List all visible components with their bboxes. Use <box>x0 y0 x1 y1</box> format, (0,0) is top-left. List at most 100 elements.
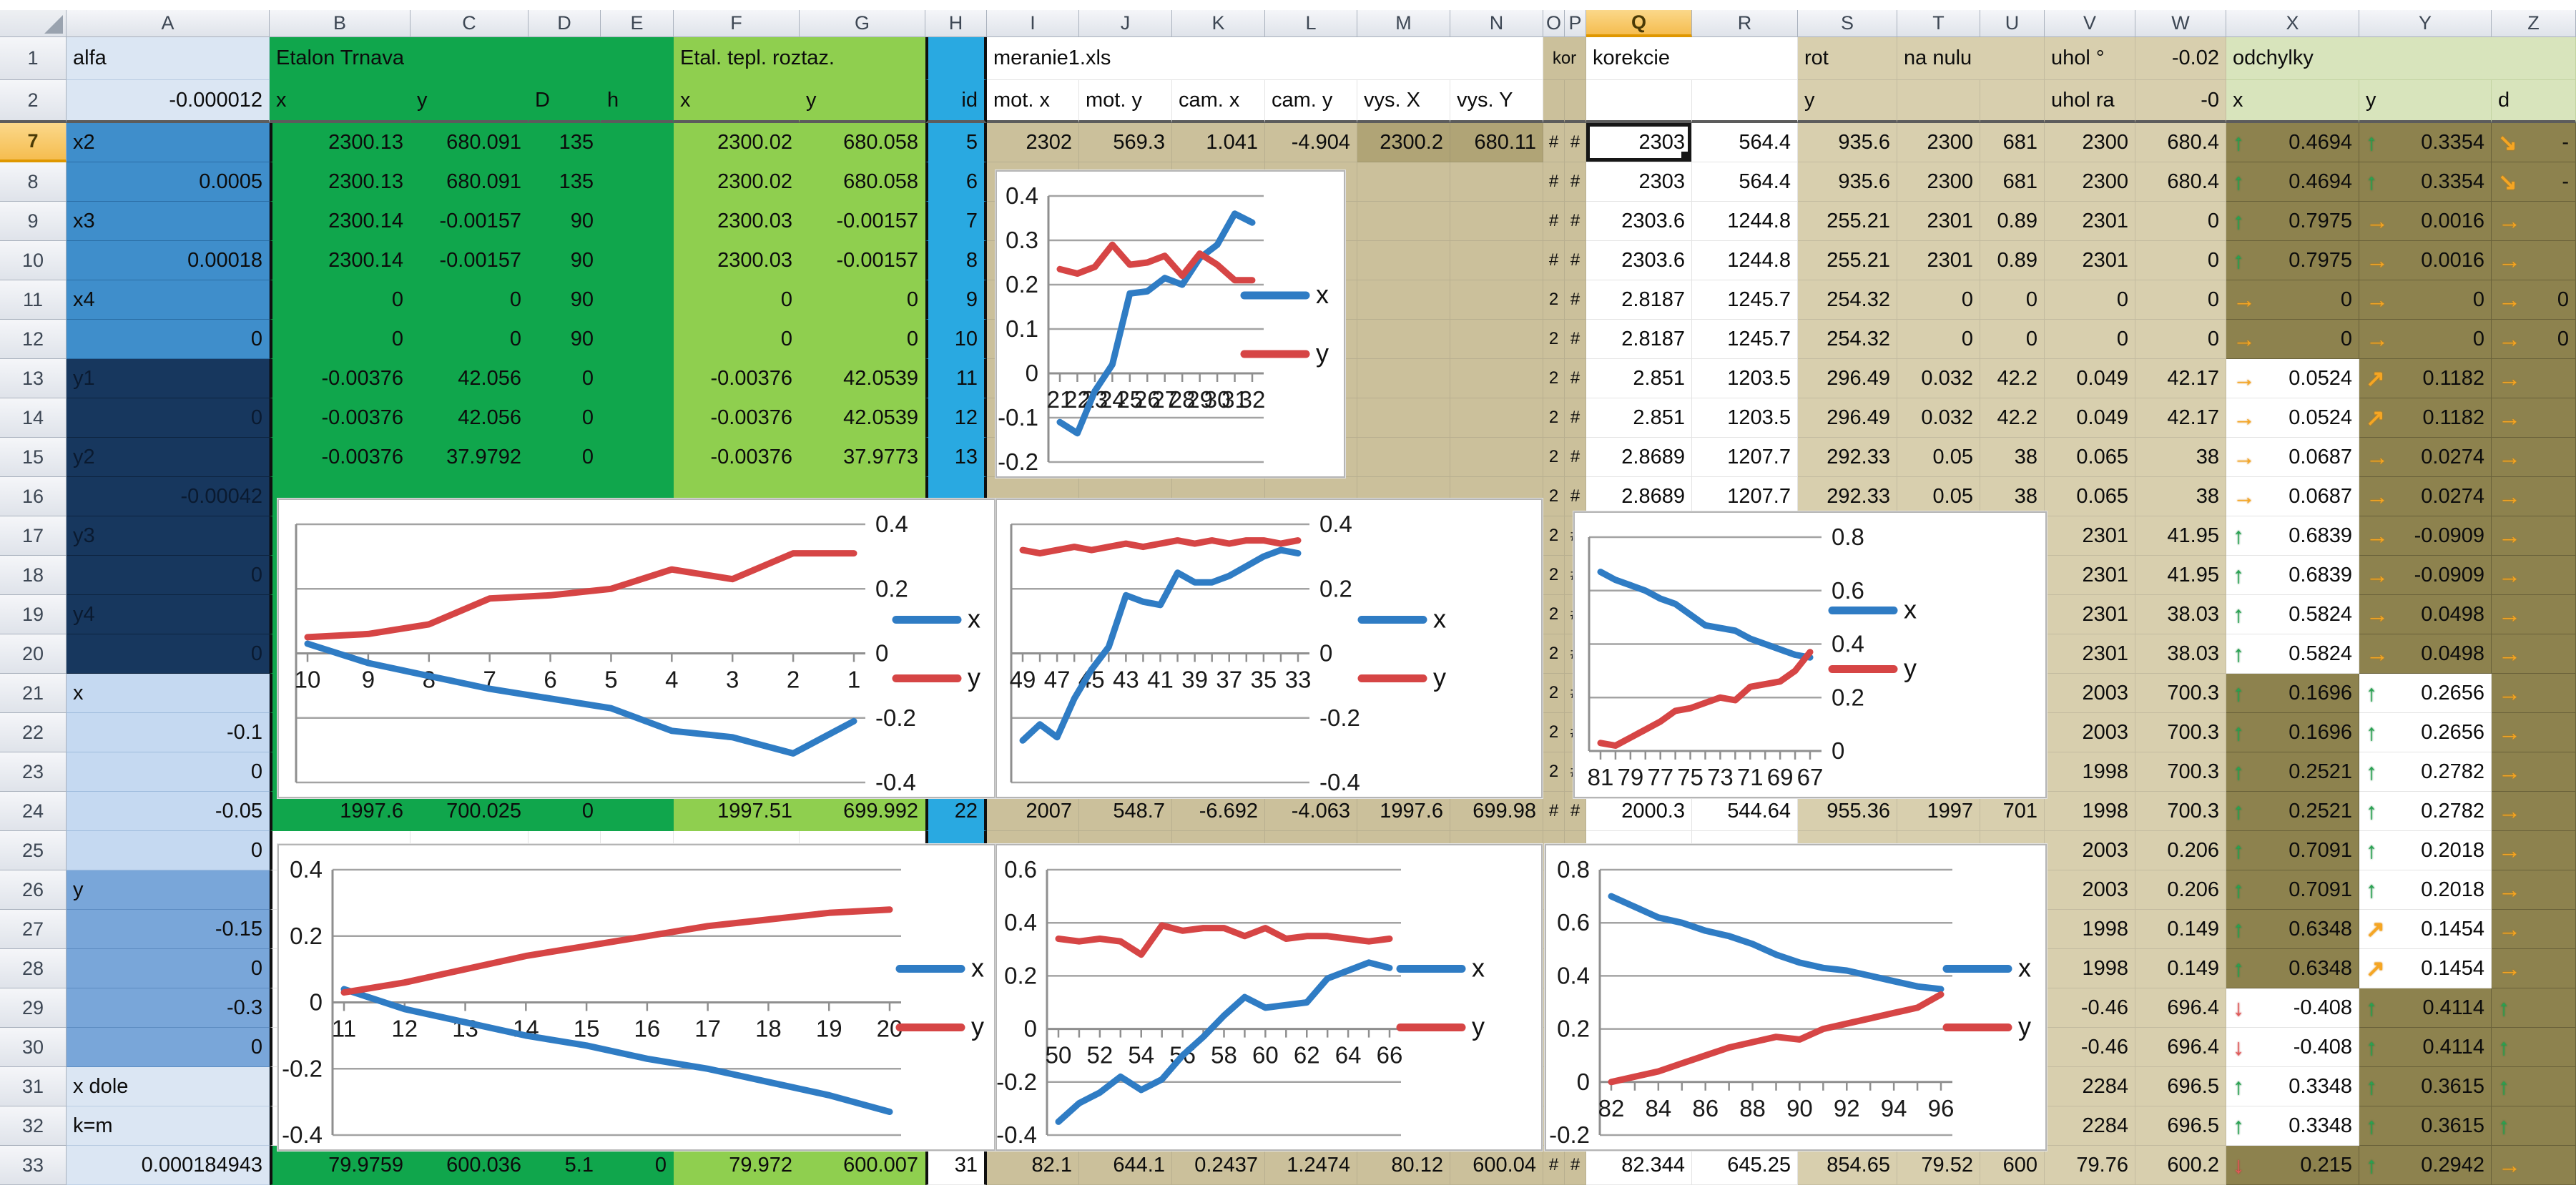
cell-X14[interactable]: →0.0524 <box>2226 398 2359 438</box>
cell-R2[interactable] <box>1692 80 1798 123</box>
cell-C11[interactable]: 0 <box>411 280 529 320</box>
col-header-Z[interactable]: Z <box>2492 10 2576 37</box>
row-header-26[interactable]: 26 <box>0 870 67 910</box>
cell-S8[interactable]: 935.6 <box>1798 162 1897 202</box>
cell-B14[interactable]: -0.00376 <box>270 398 411 438</box>
cell-Q11[interactable]: 2.8187 <box>1586 280 1692 320</box>
cell-W20[interactable]: 38.03 <box>2135 634 2226 674</box>
cell-C10[interactable]: -0.00157 <box>411 241 529 280</box>
cell-O21[interactable]: 2 <box>1543 674 1565 713</box>
cell-A17[interactable]: y3 <box>67 516 270 556</box>
cell-A15[interactable]: y2 <box>67 438 270 477</box>
cell-Y21[interactable]: ↑0.2656 <box>2359 674 2492 713</box>
cell-P8[interactable]: # <box>1565 162 1586 202</box>
cell-X21[interactable]: ↑0.1696 <box>2226 674 2359 713</box>
cell-N12[interactable] <box>1450 320 1543 359</box>
cell-S10[interactable]: 255.21 <box>1798 241 1897 280</box>
cell-N33[interactable]: 600.04 <box>1450 1146 1543 1185</box>
col-header-A[interactable]: A <box>67 10 270 37</box>
cell-A20[interactable]: 0 <box>67 634 270 674</box>
row-header-7[interactable]: 7 <box>0 123 67 162</box>
cell-M7[interactable]: 2300.2 <box>1357 123 1450 162</box>
cell-Y31[interactable]: ↑0.3615 <box>2359 1067 2492 1106</box>
cell-R10[interactable]: 1244.8 <box>1692 241 1798 280</box>
cell-T2[interactable] <box>1897 80 1980 123</box>
cell-B9[interactable]: 2300.14 <box>270 202 411 241</box>
cell-Y2[interactable]: y <box>2359 80 2492 123</box>
cell-G7[interactable]: 680.058 <box>800 123 925 162</box>
cell-T16[interactable]: 0.05 <box>1897 477 1980 516</box>
cell-O15[interactable]: 2 <box>1543 438 1565 477</box>
cell-W32[interactable]: 696.5 <box>2135 1106 2226 1146</box>
cell-R11[interactable]: 1245.7 <box>1692 280 1798 320</box>
cell-A2[interactable]: -0.000012 <box>67 80 270 123</box>
col-header-O[interactable]: O <box>1543 10 1565 37</box>
row-header-28[interactable]: 28 <box>0 949 67 988</box>
cell-X17[interactable]: ↑0.6839 <box>2226 516 2359 556</box>
cell-Z22[interactable]: → <box>2492 713 2576 752</box>
cell-B10[interactable]: 2300.14 <box>270 241 411 280</box>
cell-F1[interactable]: Etal. tepl. roztaz. <box>674 37 925 80</box>
chart-top-middle[interactable]: 0.40.30.20.10-0.1-0.22122232425262728293… <box>996 170 1345 478</box>
cell-R15[interactable]: 1207.7 <box>1692 438 1798 477</box>
cell-W15[interactable]: 38 <box>2135 438 2226 477</box>
cell-L7[interactable]: -4.904 <box>1265 123 1357 162</box>
cell-A16[interactable]: -0.00042 <box>67 477 270 516</box>
cell-S13[interactable]: 296.49 <box>1798 359 1897 398</box>
row-header-31[interactable]: 31 <box>0 1067 67 1106</box>
cell-C13[interactable]: 42.056 <box>411 359 529 398</box>
cell-A27[interactable]: -0.15 <box>67 910 270 949</box>
cell-T14[interactable]: 0.032 <box>1897 398 1980 438</box>
cell-F7[interactable]: 2300.02 <box>674 123 800 162</box>
cell-W12[interactable]: 0 <box>2135 320 2226 359</box>
cell-P13[interactable]: # <box>1565 359 1586 398</box>
col-header-F[interactable]: F <box>674 10 800 37</box>
row-header-11[interactable]: 11 <box>0 280 67 320</box>
cell-V22[interactable]: 2003 <box>2045 713 2135 752</box>
cell-U10[interactable]: 0.89 <box>1980 241 2045 280</box>
cell-B11[interactable]: 0 <box>270 280 411 320</box>
cell-Y24[interactable]: ↑0.2782 <box>2359 792 2492 831</box>
cell-Y20[interactable]: →0.0498 <box>2359 634 2492 674</box>
cell-Z25[interactable]: → <box>2492 831 2576 870</box>
cell-Z12[interactable]: →0 <box>2492 320 2576 359</box>
cell-A25[interactable]: 0 <box>67 831 270 870</box>
cell-Y26[interactable]: ↑0.2018 <box>2359 870 2492 910</box>
cell-N7[interactable]: 680.11 <box>1450 123 1543 162</box>
cell-W7[interactable]: 680.4 <box>2135 123 2226 162</box>
cell-W8[interactable]: 680.4 <box>2135 162 2226 202</box>
cell-V20[interactable]: 2301 <box>2045 634 2135 674</box>
cell-O13[interactable]: 2 <box>1543 359 1565 398</box>
cell-Z29[interactable]: ↑ <box>2492 988 2576 1028</box>
cell-Z14[interactable]: → <box>2492 398 2576 438</box>
cell-Q12[interactable]: 2.8187 <box>1586 320 1692 359</box>
cell-A18[interactable]: 0 <box>67 556 270 595</box>
cell-E11[interactable] <box>601 280 674 320</box>
cell-O10[interactable]: # <box>1543 241 1565 280</box>
cell-Y18[interactable]: →-0.0909 <box>2359 556 2492 595</box>
cell-X24[interactable]: ↑0.2521 <box>2226 792 2359 831</box>
row-header-15[interactable]: 15 <box>0 438 67 477</box>
cell-V24[interactable]: 1998 <box>2045 792 2135 831</box>
row-header-18[interactable]: 18 <box>0 556 67 595</box>
cell-F14[interactable]: -0.00376 <box>674 398 800 438</box>
cell-W18[interactable]: 41.95 <box>2135 556 2226 595</box>
cell-W1[interactable]: -0.02 <box>2135 37 2226 80</box>
cell-P15[interactable]: # <box>1565 438 1586 477</box>
cell-T10[interactable]: 2301 <box>1897 241 1980 280</box>
cell-B33[interactable]: 79.9759 <box>270 1146 411 1185</box>
cell-X25[interactable]: ↑0.7091 <box>2226 831 2359 870</box>
row-header-19[interactable]: 19 <box>0 595 67 634</box>
cell-C7[interactable]: 680.091 <box>411 123 529 162</box>
cell-Y13[interactable]: ↗0.1182 <box>2359 359 2492 398</box>
cell-C8[interactable]: 680.091 <box>411 162 529 202</box>
cell-H33[interactable]: 31 <box>925 1146 987 1185</box>
row-header-20[interactable]: 20 <box>0 634 67 674</box>
cell-D9[interactable]: 90 <box>529 202 601 241</box>
cell-D12[interactable]: 90 <box>529 320 601 359</box>
row-header-9[interactable]: 9 <box>0 202 67 241</box>
cell-A10[interactable]: 0.00018 <box>67 241 270 280</box>
row-header-27[interactable]: 27 <box>0 910 67 949</box>
cell-G13[interactable]: 42.0539 <box>800 359 925 398</box>
cell-D13[interactable]: 0 <box>529 359 601 398</box>
